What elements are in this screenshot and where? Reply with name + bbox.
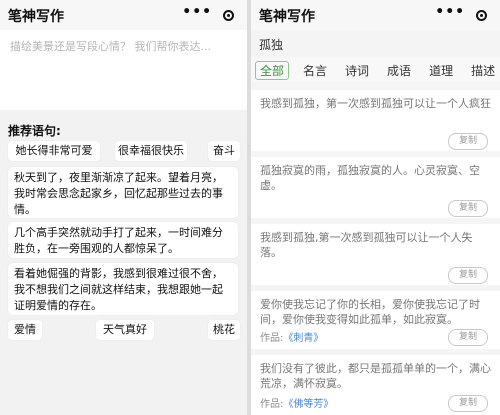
tab-poetry[interactable]: 诗词	[336, 62, 378, 79]
left-title-bar: 笔神写作 •••	[0, 0, 247, 30]
sentence-card[interactable]: 看着她倔强的背影，我感到很难过很不舍，我不想我们之间就这样结束，我想跟她一起证明…	[8, 263, 238, 315]
right-panel: 笔神写作 ••• 孤独 全部 名言 诗词 成语 道理 描述 我感到孤独，第一次感…	[251, 0, 500, 415]
left-panel: 笔神写作 ••• 描绘美景还是写段心情？ 我们帮你表达... 推荐语句: 她长得…	[0, 0, 247, 415]
result-card: 我们没有了彼此，都只是孤孤单单的一个，满心荒凉，满怀寂寞。 作品:《佛等芳》 复…	[251, 355, 500, 415]
copy-button[interactable]: 复制	[448, 200, 488, 217]
work-title-link[interactable]: 《刺青》	[283, 333, 323, 344]
more-dots-icon[interactable]: •••	[435, 5, 465, 19]
recommend-chip[interactable]: 爱情	[8, 320, 42, 340]
left-capsule: •••	[177, 5, 239, 25]
right-app-title: 笔神写作	[259, 9, 315, 25]
recommend-chip[interactable]: 桃花	[208, 320, 240, 340]
writing-input[interactable]: 描绘美景还是写段心情？ 我们帮你表达...	[0, 30, 247, 110]
tab-all[interactable]: 全部	[255, 60, 290, 80]
recommend-chip[interactable]: 奋斗	[208, 141, 240, 161]
tab-descriptions[interactable]: 描述	[462, 62, 500, 79]
tab-principles[interactable]: 道理	[420, 62, 462, 79]
result-work: 作品:《佛等芳》	[260, 395, 333, 410]
work-label: 作品:	[260, 399, 284, 410]
result-text: 我们没有了彼此，都只是孤孤单单的一个，满心荒凉，满怀寂寞。	[260, 362, 491, 390]
right-title-bar: 笔神写作 •••	[251, 0, 500, 30]
result-card: 爱你使我忘记了你的长相，爱你使我忘记了时间，爱你使我变得如此孤单，如此寂寞。 作…	[251, 291, 500, 349]
tab-idioms[interactable]: 成语	[378, 62, 420, 79]
right-capsule: •••	[430, 5, 492, 25]
more-dots-icon[interactable]: •••	[182, 5, 212, 19]
category-tabs: 全部 名言 诗词 成语 道理 描述	[251, 58, 500, 82]
result-work: 作品:《刺青》	[260, 329, 323, 344]
result-text: 我感到孤独，第一次感到孤独可以让一个人疯狂	[260, 97, 491, 110]
writing-input-placeholder: 描绘美景还是写段心情？ 我们帮你表达...	[10, 40, 211, 53]
result-card: 孤独寂寞的雨，孤独寂寞的人。心灵寂寞、空虚。 复制	[251, 157, 500, 218]
result-text: 我感到孤独,第一次感到孤独可以让一个人失落。	[260, 231, 473, 259]
result-card: 我感到孤独,第一次感到孤独可以让一个人失落。 复制	[251, 224, 500, 285]
search-input[interactable]: 孤独	[251, 30, 500, 56]
tab-quotes[interactable]: 名言	[294, 62, 336, 79]
target-icon[interactable]	[475, 9, 487, 21]
work-title-link[interactable]: 《佛等芳》	[283, 399, 333, 410]
recommend-chip[interactable]: 天气真好	[96, 320, 154, 340]
copy-button[interactable]: 复制	[448, 267, 488, 284]
copy-button[interactable]: 复制	[448, 395, 488, 412]
result-text: 孤独寂寞的雨，孤独寂寞的人。心灵寂寞、空虚。	[260, 164, 480, 192]
recommend-chip[interactable]: 她长得非常可爱	[8, 141, 100, 161]
result-card: 我感到孤独，第一次感到孤独可以让一个人疯狂 复制	[251, 90, 500, 151]
target-icon[interactable]	[222, 9, 234, 21]
work-label: 作品:	[260, 333, 284, 344]
result-text: 爱你使我忘记了你的长相，爱你使我忘记了时间，爱你使我变得如此孤单，如此寂寞。	[260, 298, 480, 326]
sentence-card[interactable]: 几个高手突然就动手打了起来，一时间难分胜负，在一旁围观的人都惊呆了。	[8, 222, 238, 258]
left-app-title: 笔神写作	[8, 9, 64, 25]
copy-button[interactable]: 复制	[448, 329, 488, 346]
search-query: 孤独	[259, 38, 284, 52]
sentence-card[interactable]: 秋天到了，夜里渐渐凉了起来。望着月亮，我时常会思念起家乡，回忆起那些过去的事情。	[8, 167, 238, 218]
copy-button[interactable]: 复制	[448, 133, 488, 150]
recommend-chip[interactable]: 很幸福很快乐	[115, 141, 187, 161]
recommend-title: 推荐语句:	[8, 124, 61, 138]
